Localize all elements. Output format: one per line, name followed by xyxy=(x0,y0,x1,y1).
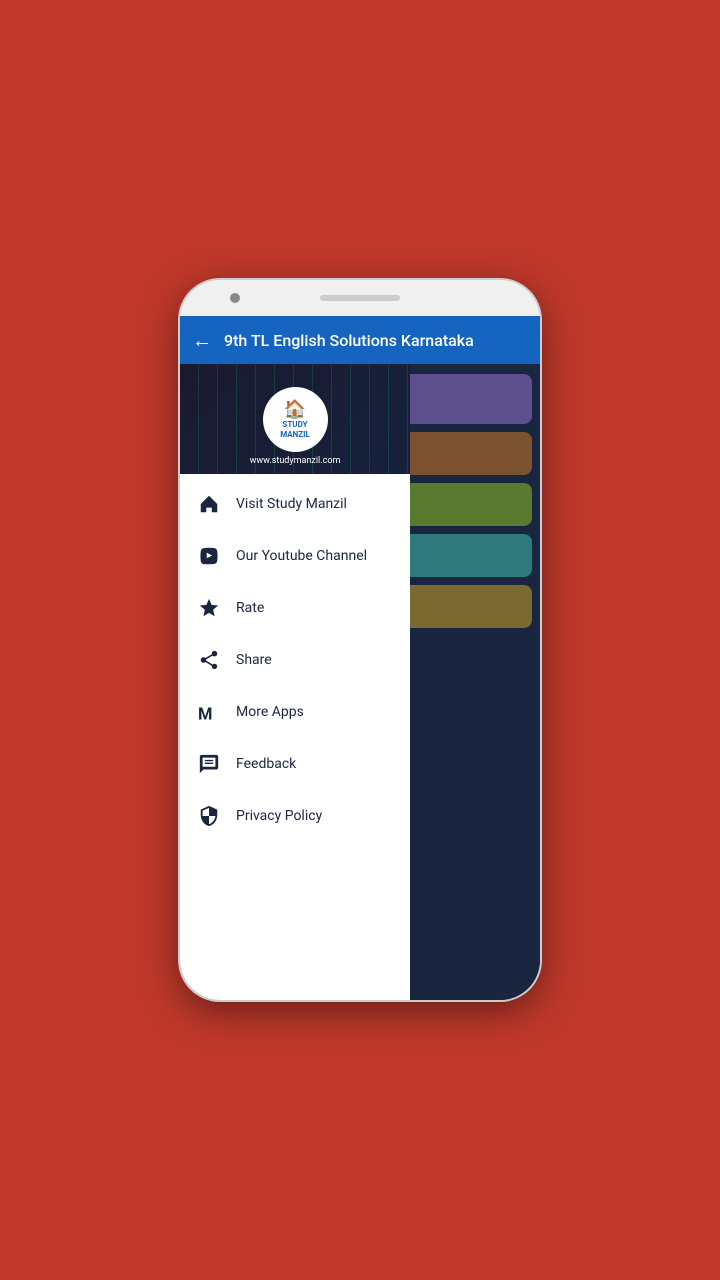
navigation-drawer: 🏠 STUDY MANZIL www.studymanzil.com Visit… xyxy=(180,364,410,1000)
menu-label-visit: Visit Study Manzil xyxy=(236,496,347,512)
share-icon xyxy=(196,647,222,673)
menu-label-youtube: Our Youtube Channel xyxy=(236,548,367,564)
menu-item-youtube[interactable]: Our Youtube Channel xyxy=(180,530,410,582)
menu-label-feedback: Feedback xyxy=(236,756,296,772)
menu-item-rate[interactable]: Rate xyxy=(180,582,410,634)
home-icon xyxy=(196,491,222,517)
menu-item-visit[interactable]: Visit Study Manzil xyxy=(180,478,410,530)
menu-item-share[interactable]: Share xyxy=(180,634,410,686)
top-bar: ← 9th TL English Solutions Karnataka xyxy=(180,316,540,364)
menu-item-more-apps[interactable]: M More Apps xyxy=(180,686,410,738)
menu-item-feedback[interactable]: Feedback xyxy=(180,738,410,790)
study-manzil-logo: 🏠 STUDY MANZIL xyxy=(263,387,328,452)
drawer-banner: 🏠 STUDY MANZIL www.studymanzil.com xyxy=(180,364,410,474)
star-icon xyxy=(196,595,222,621)
youtube-icon xyxy=(196,543,222,569)
menu-list: Visit Study Manzil Our Youtube Channel xyxy=(180,474,410,1000)
more-apps-icon: M xyxy=(196,699,222,725)
app-title: 9th TL English Solutions Karnataka xyxy=(224,331,474,350)
menu-label-more-apps: More Apps xyxy=(236,704,304,720)
banner-url: www.studymanzil.com xyxy=(180,456,410,466)
privacy-icon xyxy=(196,803,222,829)
phone-frame: ← 9th TL English Solutions Karnataka es … xyxy=(180,280,540,1000)
svg-text:M: M xyxy=(198,705,212,723)
menu-label-privacy: Privacy Policy xyxy=(236,808,322,824)
screen: ← 9th TL English Solutions Karnataka es … xyxy=(180,316,540,1000)
menu-label-share: Share xyxy=(236,652,272,668)
back-button[interactable]: ← xyxy=(192,328,212,353)
logo-text: STUDY MANZIL xyxy=(280,420,310,439)
menu-item-privacy[interactable]: Privacy Policy xyxy=(180,790,410,842)
feedback-icon xyxy=(196,751,222,777)
phone-speaker xyxy=(320,295,400,301)
logo-icon: 🏠 xyxy=(284,399,306,421)
menu-label-rate: Rate xyxy=(236,600,264,616)
main-content: es es ding Notes l Book 🏠 STUDY MANZIL w… xyxy=(180,364,540,1000)
phone-camera xyxy=(230,293,240,303)
phone-top xyxy=(180,280,540,316)
